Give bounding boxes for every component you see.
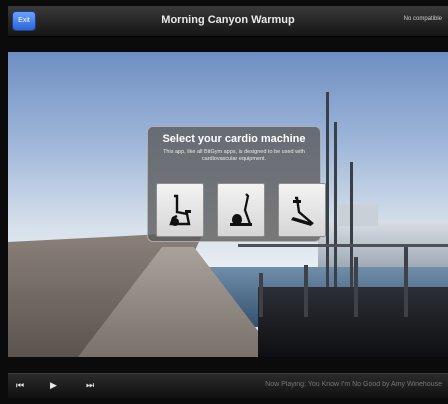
elliptical-button[interactable] (217, 183, 265, 237)
play-icon[interactable]: ▶ (50, 380, 60, 390)
top-bar: Exit Morning Canyon Warmup No compatible (8, 6, 448, 37)
status-label: No compatible (403, 16, 442, 22)
video-scene: Select your cardio machine This app, lik… (8, 52, 448, 357)
railing-post (354, 257, 358, 317)
now-playing-text: Now Playing: You Know I'm No Good by Amy… (265, 381, 442, 388)
app-frame: Exit Morning Canyon Warmup No compatible… (0, 0, 448, 404)
treadmill-icon (291, 196, 314, 226)
railing-post (304, 265, 308, 317)
bike-icon (169, 194, 191, 226)
playback-controls: ⏮ ▶ ⏭ Now Playing: You Know I'm No Good … (8, 373, 448, 398)
railing (238, 244, 448, 317)
railing-post (404, 247, 408, 317)
machine-options (156, 183, 326, 237)
forward-icon[interactable]: ⏭ (86, 380, 96, 390)
elliptical-icon (230, 193, 252, 226)
cardio-machine-dialog: Select your cardio machine This app, lik… (147, 126, 326, 242)
rewind-icon[interactable]: ⏮ (16, 380, 26, 390)
dialog-title: Select your cardio machine (162, 133, 306, 145)
dialog-subtitle: This app, like all BitGym apps, is desig… (163, 149, 305, 162)
treadmill-button[interactable] (278, 183, 326, 237)
page-title: Morning Canyon Warmup (161, 14, 295, 26)
railing-post (259, 273, 263, 317)
exercise-bike-button[interactable] (156, 183, 204, 237)
